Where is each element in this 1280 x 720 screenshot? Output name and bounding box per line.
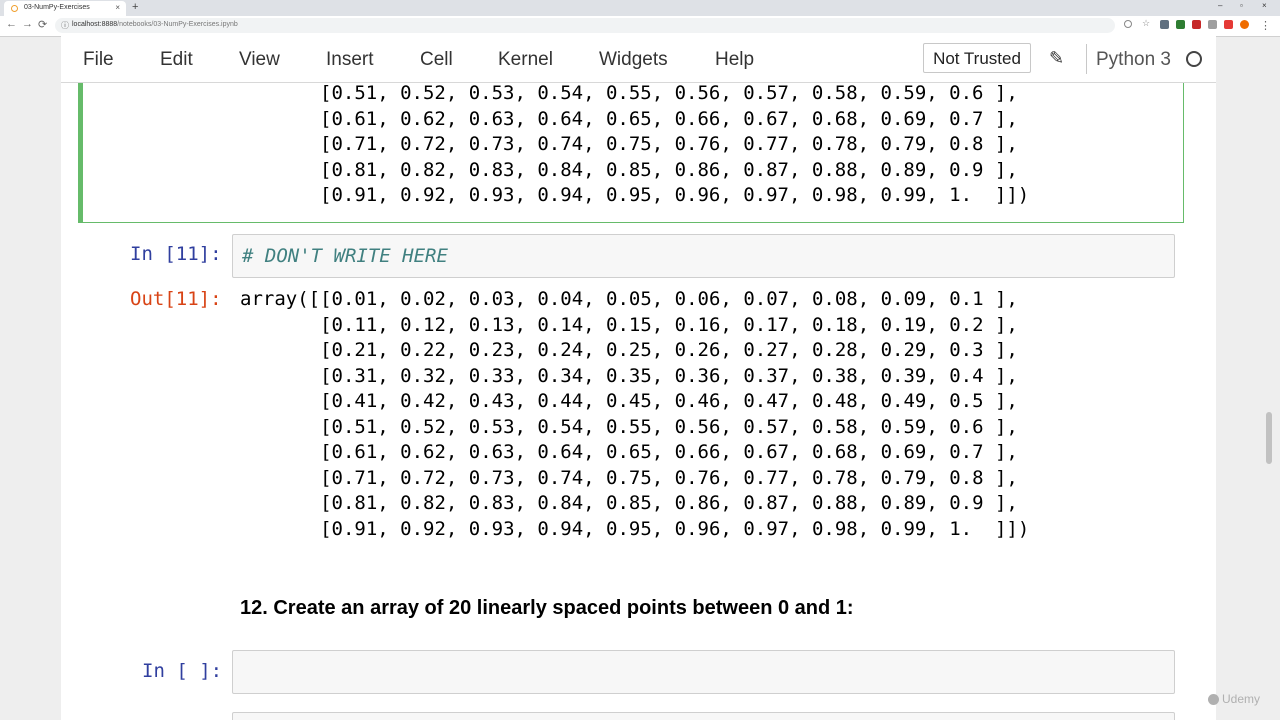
output-line: [0.71, 0.72, 0.73, 0.74, 0.75, 0.76, 0.7… bbox=[320, 133, 1018, 155]
not-trusted-button[interactable]: Not Trusted bbox=[923, 43, 1031, 73]
code-comment: # DON'T WRITE HERE bbox=[242, 245, 448, 267]
jupyter-menubar: File Edit View Insert Cell Kernel Widget… bbox=[61, 36, 1216, 83]
output-line: [0.81, 0.82, 0.83, 0.84, 0.85, 0.86, 0.8… bbox=[320, 158, 1018, 181]
url-field[interactable]: ⓘ localhost:8888/notebooks/03-NumPy-Exer… bbox=[55, 18, 1115, 33]
output-line: [0.91, 0.92, 0.93, 0.94, 0.95, 0.96, 0.9… bbox=[320, 184, 1030, 206]
menu-widgets[interactable]: Widgets bbox=[599, 49, 668, 71]
extension-icon[interactable] bbox=[1192, 20, 1201, 29]
udemy-watermark: Udemy bbox=[1208, 692, 1260, 706]
output-line: array([[0.01, 0.02, 0.03, 0.04, 0.05, 0.… bbox=[240, 288, 1018, 310]
tab-close-icon[interactable]: × bbox=[115, 3, 120, 12]
browser-menu-icon[interactable]: ⋮ bbox=[1260, 19, 1271, 32]
menu-edit[interactable]: Edit bbox=[160, 49, 193, 71]
notebook-container: [0.51, 0.52, 0.53, 0.54, 0.55, 0.56, 0.5… bbox=[61, 83, 1216, 720]
divider bbox=[1086, 44, 1087, 74]
browser-tab[interactable]: 03-NumPy-Exercises × bbox=[4, 1, 126, 16]
bookmark-star-icon[interactable]: ☆ bbox=[1142, 18, 1151, 28]
extension-icon[interactable] bbox=[1224, 20, 1233, 29]
output-line: [0.51, 0.52, 0.53, 0.54, 0.55, 0.56, 0.5… bbox=[240, 415, 1018, 438]
url-text: localhost:8888/notebooks/03-NumPy-Exerci… bbox=[72, 21, 238, 28]
output-line: [0.81, 0.82, 0.83, 0.84, 0.85, 0.86, 0.8… bbox=[240, 492, 1018, 514]
output-line: [0.51, 0.52, 0.53, 0.54, 0.55, 0.56, 0.5… bbox=[320, 83, 1018, 104]
zoom-icon[interactable] bbox=[1124, 20, 1132, 28]
forward-button[interactable]: → bbox=[22, 18, 33, 30]
extension-icon[interactable] bbox=[1208, 20, 1217, 29]
window-minimize-button[interactable]: – bbox=[1218, 1, 1222, 10]
watermark-text: Udemy bbox=[1222, 692, 1261, 706]
output-line: [0.91, 0.92, 0.93, 0.94, 0.95, 0.96, 0.9… bbox=[240, 517, 1030, 540]
output-line: [0.31, 0.32, 0.33, 0.34, 0.35, 0.36, 0.3… bbox=[240, 364, 1018, 387]
menu-help[interactable]: Help bbox=[715, 49, 754, 71]
input-prompt: In [11]: bbox=[130, 243, 222, 265]
scrollbar-thumb[interactable] bbox=[1266, 412, 1272, 464]
tab-title: 03-NumPy-Exercises bbox=[24, 4, 90, 11]
output-line: [0.21, 0.22, 0.23, 0.24, 0.25, 0.26, 0.2… bbox=[240, 339, 1018, 361]
output-line: [0.41, 0.42, 0.43, 0.44, 0.45, 0.46, 0.4… bbox=[240, 390, 1018, 412]
output-line: [0.71, 0.72, 0.73, 0.74, 0.75, 0.76, 0.7… bbox=[240, 466, 1018, 489]
code-input[interactable] bbox=[232, 650, 1175, 694]
new-tab-button[interactable]: + bbox=[132, 1, 138, 13]
url-path: /notebooks/03-NumPy-Exercises.ipynb bbox=[117, 21, 238, 28]
udemy-logo-icon bbox=[1208, 694, 1219, 706]
output-line: [0.61, 0.62, 0.63, 0.64, 0.65, 0.66, 0.6… bbox=[320, 107, 1018, 130]
kernel-name[interactable]: Python 3 bbox=[1096, 49, 1171, 71]
exercise-heading: 12. Create an array of 20 linearly space… bbox=[240, 597, 854, 619]
reload-button[interactable]: ⟳ bbox=[38, 18, 47, 31]
jupyter-favicon-icon bbox=[11, 5, 18, 12]
code-input[interactable]: # DON'T WRITE HERE bbox=[232, 234, 1175, 278]
profile-avatar-icon[interactable] bbox=[1240, 20, 1249, 29]
window-maximize-button[interactable]: ▫ bbox=[1240, 1, 1243, 10]
extension-icon[interactable] bbox=[1176, 20, 1185, 29]
menu-kernel[interactable]: Kernel bbox=[498, 49, 553, 71]
output-line: [0.11, 0.12, 0.13, 0.14, 0.15, 0.16, 0.1… bbox=[240, 313, 1018, 336]
window-close-button[interactable]: × bbox=[1262, 1, 1267, 10]
browser-tabstrip: 03-NumPy-Exercises × + – ▫ × bbox=[0, 0, 1280, 16]
back-button[interactable]: ← bbox=[6, 18, 17, 30]
output-prompt: Out[11]: bbox=[130, 288, 222, 310]
edit-pencil-icon[interactable]: ✎ bbox=[1049, 48, 1064, 69]
output-line: [0.61, 0.62, 0.63, 0.64, 0.65, 0.66, 0.6… bbox=[240, 441, 1018, 463]
menu-cell[interactable]: Cell bbox=[420, 49, 453, 71]
code-input[interactable] bbox=[232, 712, 1175, 720]
site-info-icon[interactable]: ⓘ bbox=[61, 20, 69, 31]
kernel-status-icon bbox=[1186, 51, 1202, 67]
menu-insert[interactable]: Insert bbox=[326, 49, 374, 71]
url-host: localhost:8888 bbox=[72, 21, 118, 28]
extension-icon[interactable] bbox=[1160, 20, 1169, 29]
input-prompt: In [ ]: bbox=[142, 660, 223, 682]
browser-address-bar: ← → ⟳ ⓘ localhost:8888/notebooks/03-NumP… bbox=[0, 16, 1280, 37]
menu-view[interactable]: View bbox=[239, 49, 280, 71]
menu-file[interactable]: File bbox=[83, 49, 114, 71]
